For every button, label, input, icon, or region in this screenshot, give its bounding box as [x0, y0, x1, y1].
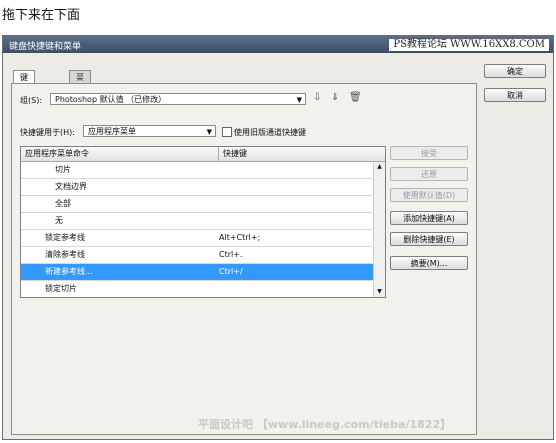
- row-command: 清除参考线: [45, 250, 85, 259]
- table-header: 应用程序菜单命令 快捷键: [21, 147, 385, 162]
- column-header-shortcut[interactable]: 快捷键: [218, 147, 373, 161]
- legacy-channel-label: 使用旧版通道快捷键: [234, 128, 306, 137]
- table-row[interactable]: 锁定参考线 Alt+Ctrl+;: [21, 230, 373, 247]
- chevron-down-icon: ▼: [206, 128, 212, 136]
- row-command: 全部: [55, 199, 71, 208]
- vertical-scrollbar[interactable]: ▲ ▼: [373, 162, 385, 297]
- delete-set-icon[interactable]: 🗑: [349, 92, 362, 103]
- row-shortcut: Ctrl+/: [219, 267, 243, 276]
- tab-menus[interactable]: 菜单: [69, 70, 91, 95]
- row-command: 无: [55, 216, 63, 225]
- legacy-channel-checkbox[interactable]: [222, 127, 232, 137]
- group-select[interactable]: Photoshop 默认值 （已修改） ▼: [50, 93, 306, 105]
- row-shortcut: Ctrl+.: [219, 250, 243, 259]
- row-command: 切片: [55, 165, 71, 174]
- title-bar[interactable]: 键盘快捷键和菜单 PS教程论坛 WWW.16XX8.COM: [3, 36, 553, 53]
- scroll-down-icon[interactable]: ▼: [374, 287, 385, 297]
- save-as-set-icon[interactable]: ⇓: [331, 92, 339, 103]
- column-header-command[interactable]: 应用程序菜单命令: [21, 147, 217, 161]
- scroll-up-icon[interactable]: ▲: [374, 162, 385, 172]
- table-row[interactable]: 锁定切片: [21, 281, 373, 297]
- table-body: 切片文档边界全部无锁定参考线 Alt+Ctrl+; 清除参考线 Ctrl+. 新建参考线…: [21, 162, 373, 297]
- ok-button[interactable]: 确定: [484, 64, 546, 78]
- delete-shortcut-button[interactable]: 删除快捷键(E): [390, 232, 468, 246]
- undo-button[interactable]: 还原: [390, 167, 468, 181]
- watermark-top: PS教程论坛 WWW.16XX8.COM: [389, 39, 549, 51]
- tab-keyboard-shortcuts[interactable]: 键盘快捷键: [13, 70, 35, 134]
- dialog-title: 键盘快捷键和菜单: [9, 42, 82, 52]
- table-row[interactable]: 清除参考线 Ctrl+.: [21, 247, 373, 264]
- shortcuts-for-value: 应用程序菜单: [88, 127, 136, 136]
- shortcuts-table: 应用程序菜单命令 快捷键 切片文档边界全部无锁定参考线 Alt+Ctrl+; 清除参…: [20, 146, 386, 298]
- shortcuts-for-label: 快捷键用于(H):: [20, 128, 75, 137]
- row-command: 新建参考线...: [45, 267, 93, 276]
- keyboard-shortcuts-dialog: 键盘快捷键和菜单 PS教程论坛 WWW.16XX8.COM 键盘快捷键 菜单 确…: [2, 35, 554, 440]
- shortcuts-for-select[interactable]: 应用程序菜单 ▼: [83, 125, 216, 137]
- cancel-button[interactable]: 取消: [484, 88, 546, 102]
- table-row[interactable]: 文档边界: [21, 179, 373, 196]
- group-label: 组(S):: [20, 96, 43, 105]
- row-command: 锁定切片: [45, 284, 77, 293]
- use-default-button[interactable]: 使用默认值(D): [390, 188, 468, 202]
- chevron-down-icon: ▼: [296, 96, 302, 104]
- watermark-bottom: 平面设计吧 【www.lineeg.com/tieba/1822】: [198, 418, 452, 431]
- row-command: 文档边界: [55, 182, 87, 191]
- save-set-icon[interactable]: ⇩: [313, 92, 321, 103]
- caption-text: 拖下来在下面: [2, 8, 81, 23]
- group-select-value: Photoshop 默认值 （已修改）: [55, 95, 167, 104]
- table-row[interactable]: 无: [21, 213, 373, 230]
- summarize-button[interactable]: 摘要(M)...: [390, 256, 468, 270]
- add-shortcut-button[interactable]: 添加快捷键(A): [390, 211, 468, 225]
- table-row[interactable]: 新建参考线... Ctrl+/: [21, 264, 373, 281]
- accept-button[interactable]: 接受: [390, 146, 468, 160]
- table-row[interactable]: 切片: [21, 162, 373, 179]
- table-row[interactable]: 全部: [21, 196, 373, 213]
- row-command: 锁定参考线: [45, 233, 85, 242]
- row-shortcut: Alt+Ctrl+;: [219, 233, 261, 242]
